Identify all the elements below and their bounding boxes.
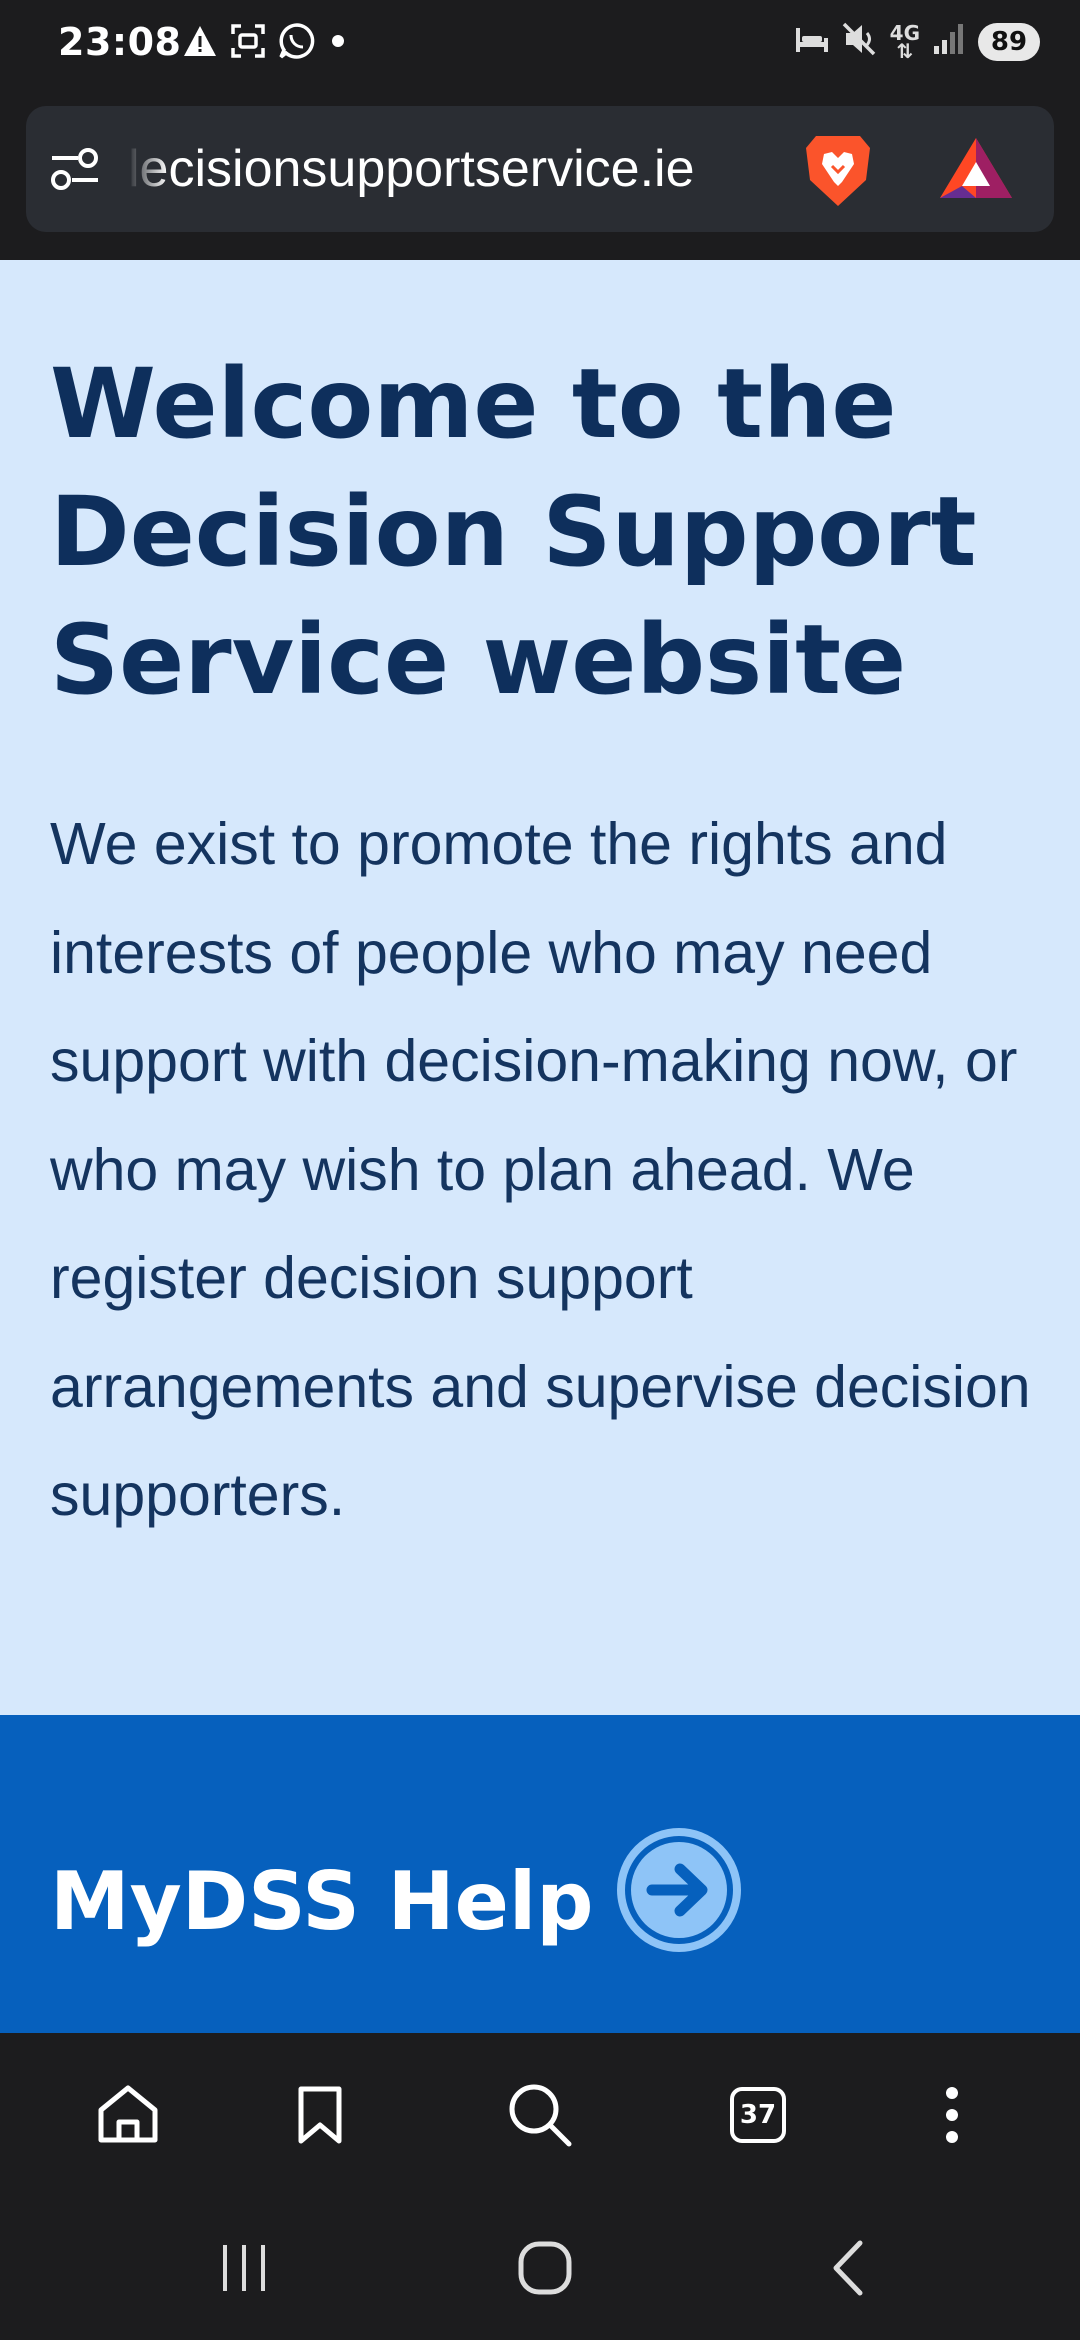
sleep-icon bbox=[794, 24, 830, 59]
status-bar: 23:08 4G ⇅ 89 bbox=[0, 0, 1080, 92]
signal-icon bbox=[932, 22, 966, 61]
screenshot-icon bbox=[230, 23, 266, 64]
whatsapp-icon bbox=[278, 22, 316, 65]
recents-icon[interactable] bbox=[204, 2233, 284, 2303]
status-notification-icons bbox=[182, 22, 348, 65]
battery-indicator: 89 bbox=[978, 22, 1040, 61]
status-time: 23:08 bbox=[58, 20, 182, 64]
brave-shields-icon[interactable] bbox=[802, 130, 874, 215]
status-system-icons: 4G ⇅ 89 bbox=[794, 22, 1040, 61]
warning-icon bbox=[182, 24, 218, 63]
arrow-right-circle-icon[interactable] bbox=[614, 1825, 744, 1960]
home-icon[interactable] bbox=[88, 2075, 168, 2155]
brave-rewards-icon[interactable] bbox=[938, 136, 1014, 205]
home-circle-icon[interactable] bbox=[505, 2233, 585, 2303]
mydss-help-label[interactable]: MyDSS Help bbox=[50, 1855, 594, 1948]
tabs-icon[interactable]: 37 bbox=[718, 2075, 798, 2155]
bookmark-icon[interactable] bbox=[280, 2075, 360, 2155]
dot-icon bbox=[328, 31, 348, 56]
tab-count[interactable]: 37 bbox=[730, 2087, 786, 2143]
mydss-help-link[interactable]: MyDSS Help bbox=[0, 1715, 1080, 2033]
more-icon[interactable] bbox=[912, 2075, 992, 2155]
url-text[interactable]: lecisionsupportservice.ie bbox=[128, 134, 808, 204]
system-navigation-bar bbox=[0, 2193, 1080, 2340]
hero-section: Welcome to the Decision Support Service … bbox=[0, 260, 1080, 1715]
page-title: Welcome to the Decision Support Service … bbox=[50, 348, 977, 716]
site-settings-icon[interactable] bbox=[48, 144, 102, 199]
back-icon[interactable] bbox=[808, 2233, 888, 2303]
browser-toolbar: lecisionsupportservice.ie bbox=[0, 92, 1080, 260]
intro-paragraph: We exist to promote the rights and inter… bbox=[50, 811, 1031, 1528]
mute-icon bbox=[842, 22, 878, 61]
network-type: 4G ⇅ bbox=[889, 20, 920, 63]
search-icon[interactable] bbox=[500, 2075, 580, 2155]
url-fade bbox=[128, 134, 168, 204]
address-bar[interactable]: lecisionsupportservice.ie bbox=[26, 106, 1054, 232]
browser-bottom-toolbar: 37 bbox=[0, 2033, 1080, 2193]
